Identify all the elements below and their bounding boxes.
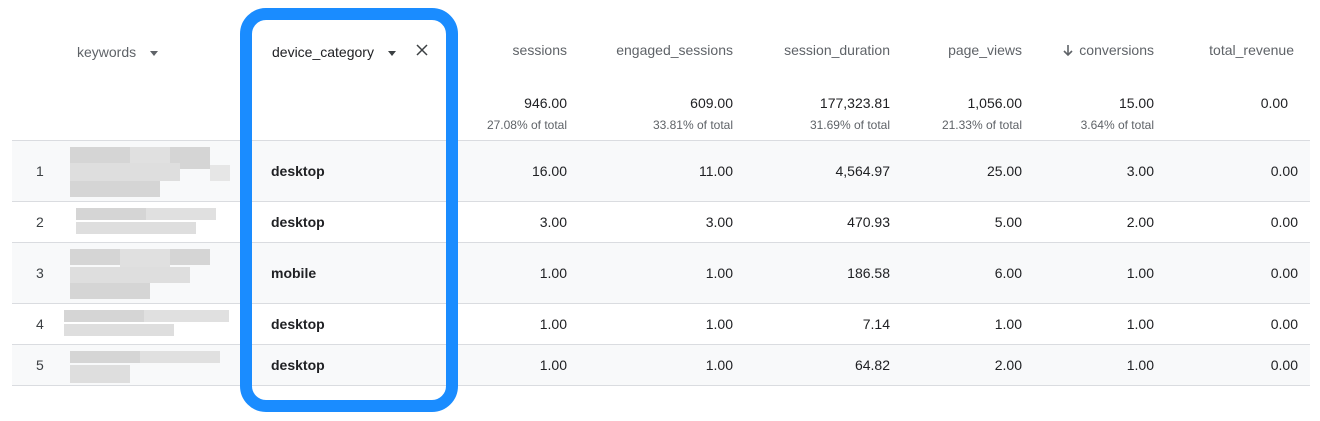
total-value: 0.00 <box>1260 95 1288 111</box>
conversions-cell: 1.00 <box>1126 357 1154 373</box>
total-value: 15.00 <box>1118 95 1154 111</box>
page-views-cell: 5.00 <box>994 214 1022 230</box>
total-value: 1,056.00 <box>967 95 1023 111</box>
arrow-down-icon <box>1063 45 1073 57</box>
redacted-keyword <box>70 351 220 385</box>
column-header-engaged-sessions[interactable]: engaged_sessions <box>616 42 733 58</box>
session-duration-cell: 470.93 <box>847 214 890 230</box>
table-row[interactable]: 2 desktop 3.00 3.00 470.93 5.00 2.00 0.0… <box>12 202 1310 243</box>
table-row[interactable]: 5 desktop 1.00 1.00 64.82 2.00 1.00 0.00 <box>12 345 1310 386</box>
table-row[interactable]: 1 desktop 16.00 11.00 4,564.97 25.00 3.0… <box>12 141 1310 202</box>
session-duration-cell: 4,564.97 <box>835 163 891 179</box>
total-revenue-cell: 0.00 <box>1270 214 1298 230</box>
table-header: keywords device_category sessions engage… <box>12 0 1310 141</box>
page-views-cell: 6.00 <box>994 265 1022 281</box>
row-index: 3 <box>36 265 44 281</box>
conversions-cell: 1.00 <box>1126 265 1154 281</box>
sessions-cell: 16.00 <box>531 163 567 179</box>
device-category-cell: desktop <box>271 316 325 332</box>
total-conversions: 15.00 3.64% of total <box>1081 94 1154 134</box>
total-percent: 3.64% of total <box>1080 118 1154 132</box>
total-revenue-cell: 0.00 <box>1270 163 1298 179</box>
total-engaged-sessions: 609.00 33.81% of total <box>653 94 733 134</box>
page-views-cell: 25.00 <box>986 163 1022 179</box>
total-value: 177,323.81 <box>819 95 890 111</box>
device-category-cell: mobile <box>271 265 317 281</box>
sessions-cell: 1.00 <box>539 357 567 373</box>
sessions-cell: 1.00 <box>539 316 567 332</box>
total-revenue-cell: 0.00 <box>1270 357 1298 373</box>
row-index: 1 <box>36 163 44 179</box>
column-header-label: keywords <box>77 44 137 60</box>
conversions-cell: 2.00 <box>1126 214 1154 230</box>
total-percent: 27.08% of total <box>486 118 567 132</box>
device-category-cell: desktop <box>271 163 325 179</box>
row-index: 5 <box>36 357 44 373</box>
total-value: 946.00 <box>524 95 567 111</box>
engaged-sessions-cell: 1.00 <box>705 316 733 332</box>
engaged-sessions-cell: 3.00 <box>705 214 733 230</box>
total-percent: 31.69% of total <box>809 118 890 132</box>
redacted-keyword <box>76 208 226 238</box>
table-row[interactable]: 3 mobile 1.00 1.00 186.58 6.00 1.00 0.00 <box>12 243 1310 304</box>
total-sessions: 946.00 27.08% of total <box>487 94 567 134</box>
session-duration-cell: 64.82 <box>854 357 890 373</box>
engaged-sessions-cell: 1.00 <box>705 265 733 281</box>
sessions-cell: 1.00 <box>539 265 567 281</box>
total-revenue-cell: 0.00 <box>1270 265 1298 281</box>
session-duration-cell: 186.58 <box>847 265 890 281</box>
device-category-cell: desktop <box>271 357 325 373</box>
column-header-total-revenue[interactable]: total_revenue <box>1209 42 1294 58</box>
redacted-keyword <box>64 310 229 340</box>
sessions-cell: 3.00 <box>539 214 567 230</box>
column-header-label: device_category <box>272 44 374 60</box>
row-index: 2 <box>36 214 44 230</box>
session-duration-cell: 7.14 <box>862 316 890 332</box>
conversions-cell: 1.00 <box>1126 316 1154 332</box>
caret-down-icon[interactable] <box>387 50 396 56</box>
column-header-device-category[interactable]: device_category <box>272 44 396 60</box>
total-value: 609.00 <box>690 95 733 111</box>
page-views-cell: 1.00 <box>994 316 1022 332</box>
column-header-keywords[interactable]: keywords <box>77 44 159 60</box>
column-header-session-duration[interactable]: session_duration <box>784 42 890 58</box>
column-header-page-views[interactable]: page_views <box>948 42 1022 58</box>
page-views-cell: 2.00 <box>994 357 1022 373</box>
table-row[interactable]: 4 desktop 1.00 1.00 7.14 1.00 1.00 0.00 <box>12 304 1310 345</box>
total-revenue: 0.00 <box>1261 94 1288 112</box>
column-header-sessions[interactable]: sessions <box>513 42 567 58</box>
engaged-sessions-cell: 11.00 <box>699 163 733 179</box>
device-category-cell: desktop <box>271 214 325 230</box>
engaged-sessions-cell: 1.00 <box>705 357 733 373</box>
total-page-views: 1,056.00 21.33% of total <box>942 94 1022 134</box>
total-revenue-cell: 0.00 <box>1270 316 1298 332</box>
row-index: 4 <box>36 316 44 332</box>
caret-down-icon[interactable] <box>150 50 159 56</box>
column-header-label: conversions <box>1079 42 1154 58</box>
redacted-keyword <box>70 147 230 197</box>
close-icon[interactable] <box>414 42 430 58</box>
column-header-conversions[interactable]: conversions <box>1062 42 1154 58</box>
redacted-keyword <box>70 249 220 299</box>
total-percent: 21.33% of total <box>941 118 1022 132</box>
total-session-duration: 177,323.81 31.69% of total <box>810 94 890 134</box>
total-percent: 33.81% of total <box>652 118 733 132</box>
conversions-cell: 3.00 <box>1126 163 1154 179</box>
